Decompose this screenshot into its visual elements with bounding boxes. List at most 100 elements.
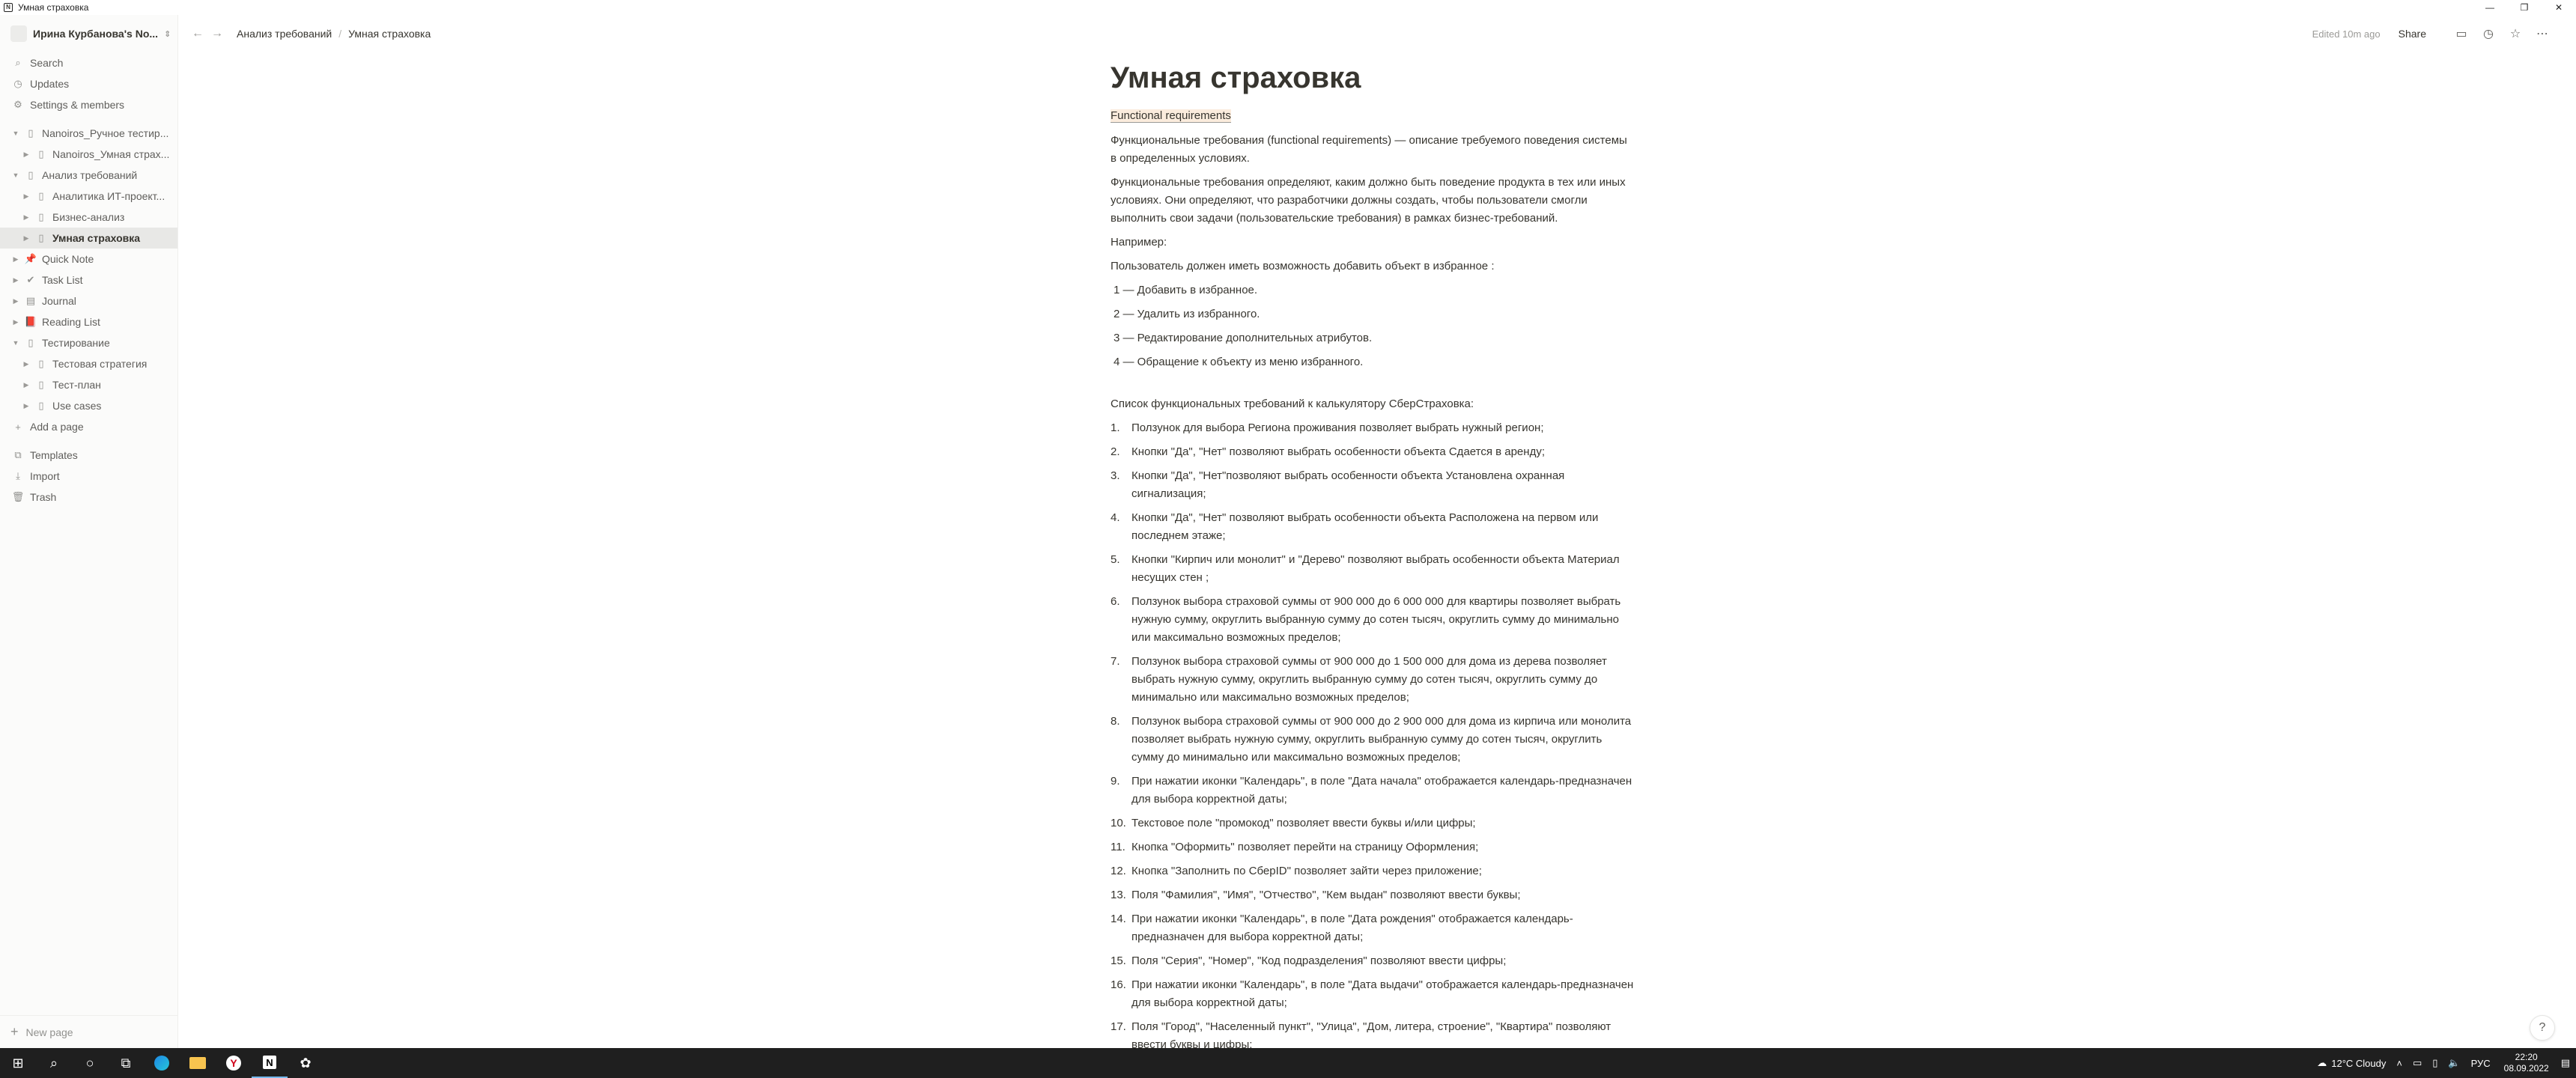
start-button[interactable]: ⊞ bbox=[0, 1048, 36, 1078]
chevron-right-icon[interactable]: ▶ bbox=[10, 297, 21, 305]
chevron-right-icon[interactable]: ▶ bbox=[21, 381, 31, 389]
sidebar-updates[interactable]: ◷ Updates bbox=[0, 73, 177, 94]
chevron-down-icon[interactable]: ▼ bbox=[10, 339, 21, 347]
requirement-item[interactable]: 11. Кнопка "Оформить" позволяет перейти н… bbox=[1111, 838, 1635, 856]
weather-text[interactable]: 12°C Cloudy bbox=[2331, 1058, 2386, 1069]
empty-block[interactable] bbox=[1111, 377, 1635, 395]
sidebar-page-item[interactable]: ▼ ▯ Анализ требований bbox=[0, 165, 177, 186]
add-page-button[interactable]: + Add a page bbox=[0, 416, 177, 437]
chevron-right-icon[interactable]: ▶ bbox=[21, 213, 31, 222]
requirement-item[interactable]: 5. Кнопки "Кирпич или монолит" и "Дерево"… bbox=[1111, 551, 1635, 587]
favorite-star-icon[interactable]: ☆ bbox=[2507, 26, 2524, 41]
sidebar-page-item[interactable]: ▶ ▯ Аналитика ИТ-проект... bbox=[0, 186, 177, 207]
text-block[interactable]: Например: bbox=[1111, 234, 1635, 252]
requirement-item[interactable]: 3. Кнопки "Да", "Нет"позволяют выбрать ос… bbox=[1111, 467, 1635, 503]
search-icon: ⌕ bbox=[15, 57, 21, 68]
chevron-right-icon[interactable]: ▶ bbox=[21, 402, 31, 410]
language-indicator[interactable]: РУС bbox=[2471, 1058, 2491, 1069]
cortana-icon[interactable]: ○ bbox=[72, 1048, 108, 1078]
requirement-item[interactable]: 13. Поля "Фамилия", "Имя", "Отчество", "К… bbox=[1111, 886, 1635, 904]
sidebar-page-item[interactable]: ▶ ▤ Journal bbox=[0, 290, 177, 311]
workspace-switcher[interactable]: Ирина Курбанова's No... ⇕ bbox=[0, 15, 177, 52]
chevron-right-icon[interactable]: ▶ bbox=[21, 234, 31, 243]
example-item[interactable]: 4 — Обращение к объекту из меню избранно… bbox=[1111, 353, 1635, 371]
requirement-item[interactable]: 14. При нажатии иконки "Календарь", в пол… bbox=[1111, 910, 1635, 946]
chevron-right-icon[interactable]: ▶ bbox=[10, 276, 21, 284]
new-page-button[interactable]: + New page bbox=[0, 1015, 178, 1048]
text-block[interactable]: Пользователь должен иметь возможность до… bbox=[1111, 258, 1635, 275]
restore-button[interactable]: ❐ bbox=[2507, 0, 2542, 15]
sidebar-item-label: Updates bbox=[30, 78, 70, 90]
sidebar-page-label: Тестирование bbox=[42, 337, 110, 349]
battery-icon[interactable]: ▯ bbox=[2432, 1057, 2437, 1069]
sidebar-page-item[interactable]: ▶ ▯ Бизнес-анализ bbox=[0, 207, 177, 228]
more-options-icon[interactable]: ⋯ bbox=[2534, 26, 2551, 41]
sidebar-import[interactable]: ⤓ Import bbox=[0, 466, 177, 487]
chevron-up-icon[interactable]: ˄ bbox=[2396, 1058, 2402, 1069]
close-button[interactable]: ✕ bbox=[2542, 0, 2576, 15]
chevron-right-icon[interactable]: ▶ bbox=[10, 255, 21, 264]
sidebar-page-item[interactable]: ▶ ▯ Умная страховка bbox=[0, 228, 177, 249]
share-button[interactable]: Share bbox=[2399, 28, 2426, 40]
breadcrumb-item-current[interactable]: Умная страховка bbox=[348, 28, 431, 40]
volume-icon[interactable]: 🔈 bbox=[2448, 1057, 2460, 1069]
requirement-item[interactable]: 12. Кнопка "Заполнить по СберID" позволяе… bbox=[1111, 862, 1635, 880]
weather-cloud-icon[interactable]: ☁ bbox=[2317, 1057, 2327, 1069]
minimize-button[interactable]: — bbox=[2473, 0, 2507, 15]
sidebar-page-item[interactable]: ▶ ▯ Use cases bbox=[0, 395, 177, 416]
requirement-item[interactable]: 9. При нажатии иконки "Календарь", в поле… bbox=[1111, 773, 1635, 808]
requirement-item[interactable]: 16. При нажатии иконки "Календарь", в пол… bbox=[1111, 976, 1635, 1012]
requirement-item[interactable]: 1. Ползунок для выбора Региона проживания… bbox=[1111, 419, 1635, 437]
sidebar-page-item[interactable]: ▶ 📌 Quick Note bbox=[0, 249, 177, 270]
comments-icon[interactable]: ▭ bbox=[2453, 26, 2470, 41]
notion-taskbar-icon[interactable]: N bbox=[252, 1048, 288, 1078]
requirement-item[interactable]: 15. Поля "Серия", "Номер", "Код подраздел… bbox=[1111, 952, 1635, 970]
page-title[interactable]: Умная страховка bbox=[1111, 58, 1635, 97]
sidebar-settings[interactable]: ⚙ Settings & members bbox=[0, 94, 177, 115]
text-block[interactable]: Функциональные требования определяют, ка… bbox=[1111, 174, 1635, 228]
sidebar-page-item[interactable]: ▼ ▯ Nanoiros_Ручное тестир... bbox=[0, 123, 177, 144]
clock[interactable]: 22:20 08.09.2022 bbox=[2504, 1052, 2549, 1074]
sidebar-page-item[interactable]: ▶ ✔ Task List bbox=[0, 270, 177, 290]
forward-arrow-icon[interactable]: → bbox=[211, 27, 223, 40]
notifications-icon[interactable]: ▤ bbox=[2561, 1057, 2570, 1069]
edge-browser-icon[interactable] bbox=[144, 1048, 180, 1078]
history-icon[interactable]: ◷ bbox=[2480, 26, 2497, 41]
app-taskbar-icon[interactable]: ✿ bbox=[288, 1048, 323, 1078]
requirement-item[interactable]: 10. Текстовое поле "промокод" позволяет в… bbox=[1111, 814, 1635, 832]
sidebar-page-label: Аналитика ИТ-проект... bbox=[52, 190, 165, 202]
search-icon[interactable]: ⌕ bbox=[36, 1048, 72, 1078]
requirement-item[interactable]: 6. Ползунок выбора страховой суммы от 900… bbox=[1111, 593, 1635, 647]
chevron-right-icon[interactable]: ▶ bbox=[21, 150, 31, 159]
breadcrumb-item-parent[interactable]: Анализ требований bbox=[237, 28, 332, 40]
functional-requirements-link[interactable]: Functional requirements bbox=[1111, 109, 1231, 123]
example-item[interactable]: 2 — Удалить из избранного. bbox=[1111, 305, 1635, 323]
list-heading[interactable]: Список функциональных требований к кальк… bbox=[1111, 395, 1635, 413]
back-arrow-icon[interactable]: ← bbox=[192, 27, 204, 40]
chevron-right-icon[interactable]: ▶ bbox=[21, 360, 31, 368]
sidebar-page-item[interactable]: ▶ ▯ Тестовая стратегия bbox=[0, 353, 177, 374]
chevron-right-icon[interactable]: ▶ bbox=[10, 318, 21, 326]
example-item[interactable]: 1 — Добавить в избранное. bbox=[1111, 281, 1635, 299]
chevron-down-icon[interactable]: ▼ bbox=[10, 130, 21, 137]
task-view-icon[interactable]: ⧉ bbox=[108, 1048, 144, 1078]
requirement-item[interactable]: 4. Кнопки "Да", "Нет" позволяют выбрать о… bbox=[1111, 509, 1635, 545]
help-button[interactable]: ? bbox=[2530, 1015, 2555, 1041]
example-item[interactable]: 3 — Редактирование дополнительных атрибу… bbox=[1111, 329, 1635, 347]
sidebar-search[interactable]: ⌕ Search bbox=[0, 52, 177, 73]
sidebar-page-item[interactable]: ▶ ▯ Тест-план bbox=[0, 374, 177, 395]
sidebar-templates[interactable]: ⧉ Templates bbox=[0, 445, 177, 466]
sidebar-trash[interactable]: 🗑 Trash bbox=[0, 487, 177, 508]
sidebar-page-item[interactable]: ▶ 📕 Reading List bbox=[0, 311, 177, 332]
sidebar-page-item[interactable]: ▼ ▯ Тестирование bbox=[0, 332, 177, 353]
sidebar-page-item[interactable]: ▶ ▯ Nanoiros_Умная страх... bbox=[0, 144, 177, 165]
chevron-down-icon[interactable]: ▼ bbox=[10, 171, 21, 179]
chevron-right-icon[interactable]: ▶ bbox=[21, 192, 31, 201]
text-block[interactable]: Функциональные требования (functional re… bbox=[1111, 132, 1635, 168]
requirement-item[interactable]: 7. Ползунок выбора страховой суммы от 900… bbox=[1111, 653, 1635, 707]
yandex-browser-icon[interactable]: Y bbox=[216, 1048, 252, 1078]
file-explorer-icon[interactable] bbox=[180, 1048, 216, 1078]
network-icon[interactable]: ▭ bbox=[2413, 1057, 2422, 1069]
requirement-item[interactable]: 8. Ползунок выбора страховой суммы от 900… bbox=[1111, 713, 1635, 767]
requirement-item[interactable]: 2. Кнопки "Да", "Нет" позволяют выбрать о… bbox=[1111, 443, 1635, 461]
